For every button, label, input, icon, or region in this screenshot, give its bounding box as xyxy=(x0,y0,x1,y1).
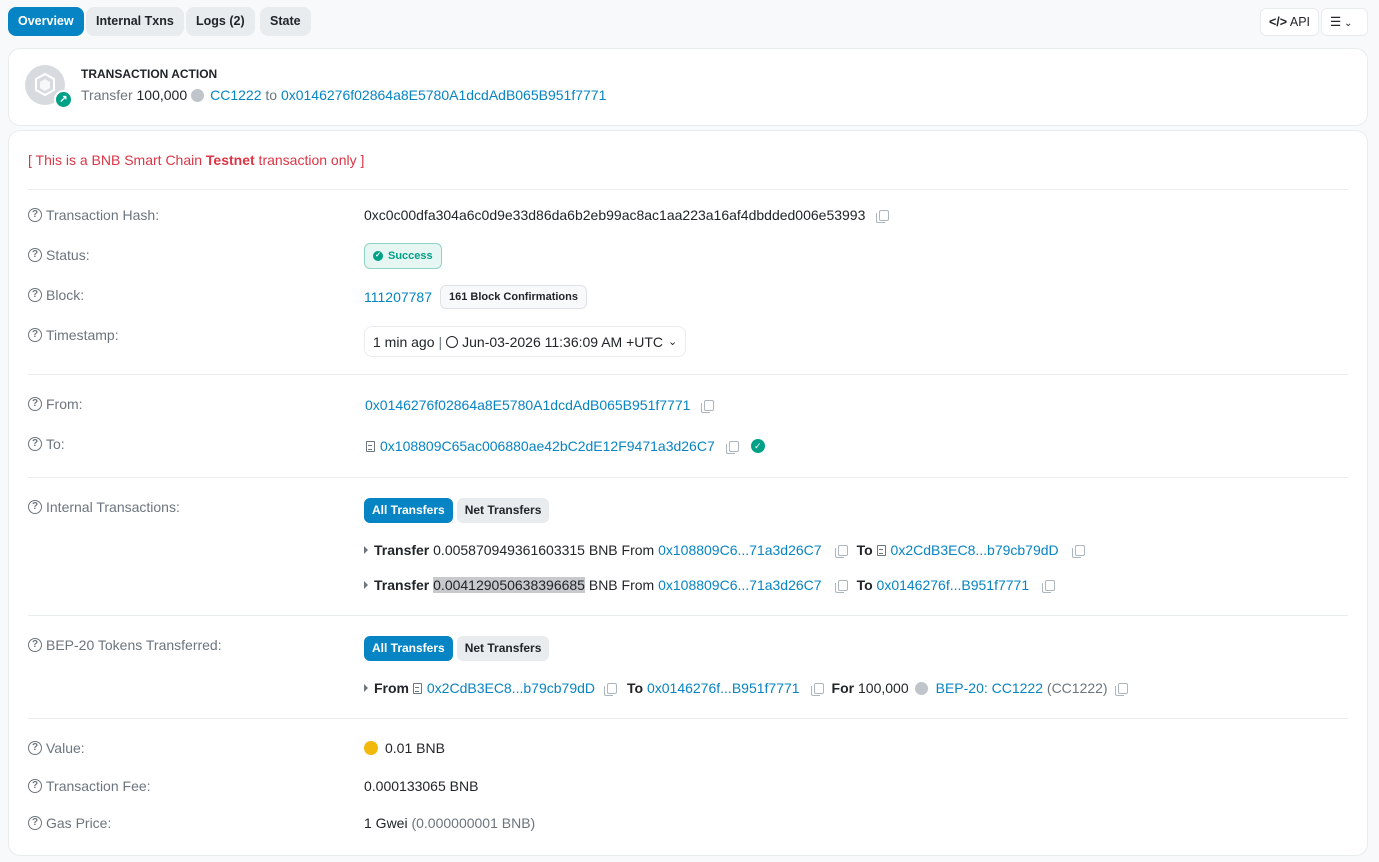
to-label: ? To: xyxy=(28,436,65,452)
timestamp-label: ? Timestamp: xyxy=(28,327,119,343)
tab-overview[interactable]: Overview xyxy=(8,7,84,36)
internal-to-link[interactable]: 0x0146276f...B951f7771 xyxy=(877,577,1030,593)
view-options-button[interactable]: ☰ ⌄ xyxy=(1321,8,1368,36)
hash-value: 0xc0c00dfa304a6c0d9e33d86da6b2eb99ac8ac1… xyxy=(364,207,890,223)
action-heading: TRANSACTION ACTION xyxy=(81,67,218,81)
transaction-action-card: ↗ TRANSACTION ACTION Transfer 100,000 CC… xyxy=(8,48,1368,126)
token-icon xyxy=(914,681,928,695)
clock-icon xyxy=(446,335,459,348)
question-icon: ? xyxy=(28,328,42,342)
question-icon: ? xyxy=(28,741,42,755)
action-line: Transfer 100,000 CC1222 to 0x0146276f028… xyxy=(81,87,607,103)
divider xyxy=(28,718,1348,719)
copy-icon[interactable] xyxy=(1042,579,1056,593)
tab-internal-txns[interactable]: Internal Txns xyxy=(86,7,184,36)
divider xyxy=(28,374,1348,375)
to-value: 0x108809C65ac006880ae42bC2dE12F9471a3d26… xyxy=(364,438,765,454)
check-circle-icon: ✓ xyxy=(373,251,383,261)
caret-right-icon[interactable] xyxy=(364,581,368,589)
internal-from-link[interactable]: 0x108809C6...71a3d26C7 xyxy=(658,577,821,593)
contract-icon xyxy=(412,682,422,694)
question-icon: ? xyxy=(28,397,42,411)
copy-icon[interactable] xyxy=(1071,544,1085,558)
value-label: ? Value: xyxy=(28,740,85,756)
divider xyxy=(28,615,1348,616)
block-label: ? Block: xyxy=(28,287,84,303)
question-icon: ? xyxy=(28,288,42,302)
divider xyxy=(28,477,1348,478)
chevron-down-icon: ⌄ xyxy=(1341,18,1353,29)
status-label: ? Status: xyxy=(28,247,90,263)
verified-check-icon: ✓ xyxy=(750,439,765,453)
chevron-down-icon: ⌄ xyxy=(668,336,678,348)
testnet-notice: [ This is a BNB Smart Chain Testnet tran… xyxy=(28,152,365,168)
token-transfer-row: From 0x2CdB3EC8...b79cb79dD To 0x0146276… xyxy=(364,680,1128,696)
question-icon: ? xyxy=(28,638,42,652)
copy-icon[interactable] xyxy=(834,579,848,593)
bep20-label: ? BEP-20 Tokens Transferred: xyxy=(28,637,222,653)
internal-label: ? Internal Transactions: xyxy=(28,499,180,515)
timestamp-dropdown[interactable]: 1 min ago | Jun-03-2026 11:36:09 AM +UTC… xyxy=(364,326,687,357)
bnb-icon xyxy=(364,741,378,755)
question-icon: ? xyxy=(28,248,42,262)
internal-transfer-toggle: All Transfers Net Transfers xyxy=(364,498,550,523)
status-badge: ✓ Success xyxy=(364,243,442,269)
token-transfer-toggle: All Transfers Net Transfers xyxy=(364,636,550,661)
divider xyxy=(28,189,1348,190)
hash-label: ? Transaction Hash: xyxy=(28,207,159,223)
gas-label: ? Gas Price: xyxy=(28,815,111,831)
gas-price: 1 Gwei (0.000000001 BNB) xyxy=(364,815,536,831)
internal-from-link[interactable]: 0x108809C6...71a3d26C7 xyxy=(658,542,821,558)
all-transfers-button[interactable]: All Transfers xyxy=(364,636,453,661)
token-name-link[interactable]: BEP-20: CC1222 xyxy=(936,680,1043,696)
net-transfers-button[interactable]: Net Transfers xyxy=(456,636,550,661)
question-icon: ? xyxy=(28,500,42,514)
details-card xyxy=(8,130,1368,856)
copy-icon[interactable] xyxy=(725,440,739,454)
contract-icon xyxy=(366,440,375,452)
net-transfers-button[interactable]: Net Transfers xyxy=(456,498,550,523)
all-transfers-button[interactable]: All Transfers xyxy=(364,498,453,523)
list-check-icon: ☰ xyxy=(1330,15,1342,29)
block-value: 111207787 161 Block Confirmations xyxy=(364,285,587,309)
copy-icon[interactable] xyxy=(810,682,824,696)
token-to-link[interactable]: 0x0146276f...B951f7771 xyxy=(647,680,800,696)
question-icon: ? xyxy=(28,208,42,222)
token-from-link[interactable]: 0x2CdB3EC8...b79cb79dD xyxy=(427,680,595,696)
block-link[interactable]: 111207787 xyxy=(364,289,432,305)
value-amount: 0.01 BNB xyxy=(364,740,445,756)
fee-amount: 0.000133065 BNB xyxy=(364,778,479,794)
copy-icon[interactable] xyxy=(1114,682,1128,696)
copy-icon[interactable] xyxy=(701,399,715,413)
contract-icon xyxy=(876,544,886,556)
from-value: 0x0146276f02864a8E5780A1dcdAdB065B951f77… xyxy=(364,397,715,413)
confirmations-badge: 161 Block Confirmations xyxy=(440,285,587,309)
code-icon: </> xyxy=(1269,15,1288,29)
token-icon xyxy=(191,88,205,102)
api-button[interactable]: </> API xyxy=(1260,8,1320,36)
action-to-address[interactable]: 0x0146276f02864a8E5780A1dcdAdB065B951f77… xyxy=(281,87,606,103)
question-icon: ? xyxy=(28,437,42,451)
question-icon: ? xyxy=(28,816,42,830)
from-label: ? From: xyxy=(28,396,83,412)
question-icon: ? xyxy=(28,779,42,793)
fee-label: ? Transaction Fee: xyxy=(28,778,151,794)
copy-icon[interactable] xyxy=(834,544,848,558)
internal-transfer-row: Transfer 0.005870949361603315 BNB From 0… xyxy=(364,542,1085,558)
copy-icon[interactable] xyxy=(604,682,617,696)
copy-icon[interactable] xyxy=(876,209,890,223)
internal-transfer-row: Transfer 0.004129050638396685 BNB From 0… xyxy=(364,577,1056,593)
tab-logs[interactable]: Logs (2) xyxy=(186,7,255,36)
from-address-link[interactable]: 0x0146276f02864a8E5780A1dcdAdB065B951f77… xyxy=(365,397,690,413)
tab-state[interactable]: State xyxy=(260,7,311,36)
token-link[interactable]: CC1222 xyxy=(210,87,261,103)
caret-right-icon[interactable] xyxy=(364,546,368,554)
arrow-up-right-icon: ↗ xyxy=(54,90,73,109)
to-address-link[interactable]: 0x108809C65ac006880ae42bC2dE12F9471a3d26… xyxy=(380,438,715,454)
internal-to-link[interactable]: 0x2CdB3EC8...b79cb79dD xyxy=(891,542,1059,558)
caret-right-icon[interactable] xyxy=(364,684,368,692)
